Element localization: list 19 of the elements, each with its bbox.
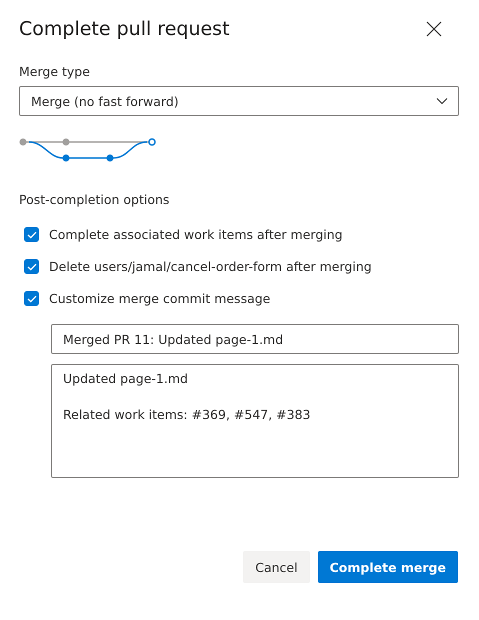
option-label: Complete associated work items after merging	[49, 227, 343, 242]
checkbox[interactable]	[24, 259, 39, 274]
complete-merge-button[interactable]: Complete merge	[318, 551, 458, 583]
dialog-title: Complete pull request	[19, 18, 230, 40]
checkbox[interactable]	[24, 291, 39, 306]
check-icon	[26, 262, 36, 270]
check-icon	[26, 294, 36, 302]
cancel-button[interactable]: Cancel	[243, 551, 310, 583]
option-label: Customize merge commit message	[49, 291, 270, 306]
merge-type-label: Merge type	[19, 64, 91, 79]
merge-type-dropdown[interactable]: Merge (no fast forward)	[19, 86, 459, 116]
check-icon	[26, 230, 36, 238]
commit-message-field[interactable]: Updated page-1.md Related work items: #369, #547, #383	[51, 364, 459, 478]
close-button[interactable]	[424, 19, 444, 39]
commit-title-field[interactable]: Merged PR 11: Updated page-1.md	[51, 324, 459, 354]
post-completion-label: Post-completion options	[19, 192, 170, 207]
option-label: Delete users/jamal/cancel-order-form after merging	[49, 259, 372, 274]
chevron-down-icon	[436, 97, 448, 105]
checkbox[interactable]	[24, 227, 39, 242]
